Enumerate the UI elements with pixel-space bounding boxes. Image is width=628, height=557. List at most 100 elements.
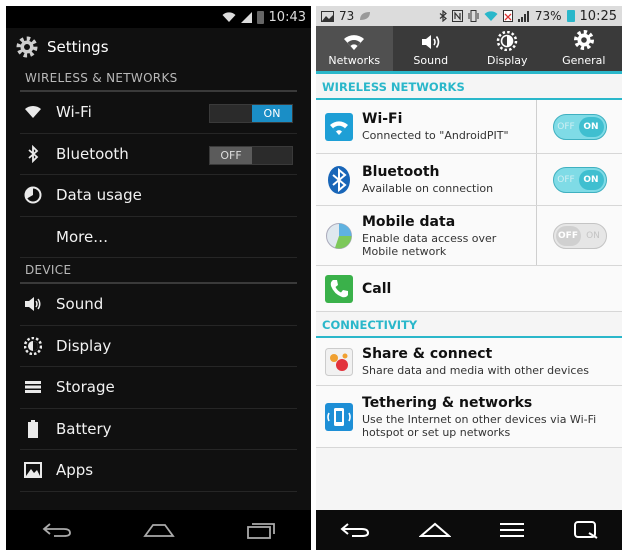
cell-signal-icon (240, 11, 252, 23)
setting-label: Sound (56, 295, 104, 314)
setting-row-bluetooth[interactable]: Bluetooth Available on connection OFF ON (316, 154, 622, 206)
gear-icon[interactable] (15, 35, 39, 59)
section-header-device: DEVICE (20, 258, 297, 284)
setting-title: Tethering & networks (362, 394, 533, 411)
setting-row-wifi[interactable]: Wi-Fi Connected to "AndroidPIT" OFF ON (316, 100, 622, 154)
wifi-signal-icon (222, 11, 236, 22)
sound-icon (421, 35, 440, 49)
tab-networks[interactable]: Networks (316, 26, 393, 71)
action-bar: Settings (6, 28, 311, 66)
tab-label: General (562, 54, 606, 67)
setting-label: Apps (56, 461, 94, 480)
page-title: Settings (47, 38, 109, 56)
setting-label: Battery (56, 419, 112, 438)
switch-off-label: OFF (555, 225, 581, 246)
leaf-notification-icon (360, 12, 371, 20)
wifi-icon (344, 35, 365, 50)
battery-status-icon (566, 10, 575, 22)
wifi-icon (22, 101, 44, 123)
sound-icon (22, 293, 44, 315)
settings-tab-bar: Networks Sound Display General (316, 26, 622, 74)
setting-row-more[interactable]: More… (20, 217, 297, 258)
setting-row-tethering[interactable]: Tethering & networks Use the Internet on… (316, 386, 622, 448)
switch-off-label: OFF (557, 174, 575, 185)
setting-subtitle: Use the Internet on other devices via Wi… (362, 412, 597, 439)
tab-sound[interactable]: Sound (393, 26, 470, 71)
storage-icon (22, 376, 44, 398)
back-icon[interactable] (42, 522, 72, 538)
switch-container: OFF ON (536, 154, 622, 205)
setting-row-sound[interactable]: Sound (20, 284, 297, 326)
setting-row-bluetooth[interactable]: Bluetooth OFF (20, 134, 297, 175)
call-icon (324, 274, 354, 304)
nfc-status-icon (451, 10, 463, 22)
setting-subtitle: Share data and media with other devices (362, 364, 589, 377)
apps-icon (22, 459, 44, 481)
toggle-state: OFF (210, 146, 252, 164)
notification-count: 73 (339, 9, 355, 23)
toggle-state: ON (252, 105, 292, 122)
setting-title: Share & connect (362, 346, 493, 362)
setting-label: Display (56, 336, 112, 355)
mobile-data-switch[interactable]: OFF ON (552, 222, 607, 249)
vibrate-status-icon (468, 10, 479, 22)
switch-container: OFF ON (536, 206, 622, 265)
switch-off-label: OFF (557, 121, 575, 132)
gallery-notification-icon (321, 10, 334, 22)
status-bar: 73 73% 10:25 (316, 6, 622, 26)
setting-label: Data usage (56, 186, 142, 205)
display-icon (22, 335, 44, 357)
tab-label: Display (486, 54, 528, 67)
status-time: 10:25 (579, 8, 617, 24)
bluetooth-switch[interactable]: OFF ON (552, 166, 607, 193)
setting-row-mobile-data[interactable]: Mobile data Enable data access over Mobi… (316, 206, 622, 266)
setting-row-wifi[interactable]: Wi-Fi ON (20, 92, 297, 134)
tab-label: Networks (328, 54, 381, 67)
data-usage-icon (22, 184, 44, 206)
section-header-wireless: WIRELESS & NETWORKS (20, 66, 297, 92)
battery-status-icon (256, 10, 264, 24)
home-icon[interactable] (418, 522, 451, 538)
tab-general[interactable]: General (546, 26, 623, 71)
setting-subtitle: Enable data access over Mobile network (362, 231, 497, 258)
navigation-bar (6, 510, 311, 550)
setting-text: Tethering & networks Use the Internet on… (362, 395, 622, 439)
setting-row-storage[interactable]: Storage (20, 367, 297, 409)
tab-display[interactable]: Display (469, 26, 546, 71)
qslide-icon[interactable] (573, 521, 598, 539)
recents-icon[interactable] (246, 521, 276, 539)
wifi-toggle[interactable]: ON (209, 104, 293, 123)
menu-icon[interactable] (499, 523, 525, 537)
home-icon[interactable] (142, 523, 175, 537)
status-time: 10:43 (268, 9, 306, 25)
bluetooth-icon (22, 143, 44, 165)
bluetooth-status-icon (439, 10, 447, 22)
setting-title: Call (362, 280, 392, 297)
setting-label: Wi-Fi (56, 103, 92, 122)
section-header-connectivity: CONNECTIVITY (316, 312, 622, 338)
back-icon[interactable] (340, 522, 370, 538)
switch-on-label: ON (578, 116, 604, 137)
sim-status-icon (502, 10, 513, 22)
setting-row-call[interactable]: Call (316, 266, 622, 312)
gear-icon (573, 30, 594, 50)
setting-row-share-connect[interactable]: Share & connect Share data and media wit… (316, 338, 622, 386)
wifi-switch[interactable]: OFF ON (552, 113, 607, 140)
battery-percent: 73% (534, 9, 562, 23)
setting-row-apps[interactable]: Apps (20, 450, 297, 492)
setting-row-display[interactable]: Display (20, 326, 297, 367)
setting-row-battery[interactable]: Battery (20, 409, 297, 450)
setting-label: Storage (56, 378, 115, 397)
lg-settings-screen: 73 73% 10:25 Networks Sound Display Gene… (316, 6, 622, 550)
setting-title: Mobile data (362, 213, 456, 230)
tethering-icon (324, 402, 354, 432)
display-icon (497, 31, 518, 51)
tab-label: Sound (413, 54, 449, 67)
setting-row-data-usage[interactable]: Data usage (20, 175, 297, 217)
switch-container: OFF ON (536, 100, 622, 153)
wifi-icon (324, 112, 354, 142)
mobile-data-icon (324, 221, 354, 251)
battery-icon (22, 418, 44, 440)
setting-label: Bluetooth (56, 144, 129, 163)
bluetooth-toggle[interactable]: OFF (209, 145, 293, 165)
